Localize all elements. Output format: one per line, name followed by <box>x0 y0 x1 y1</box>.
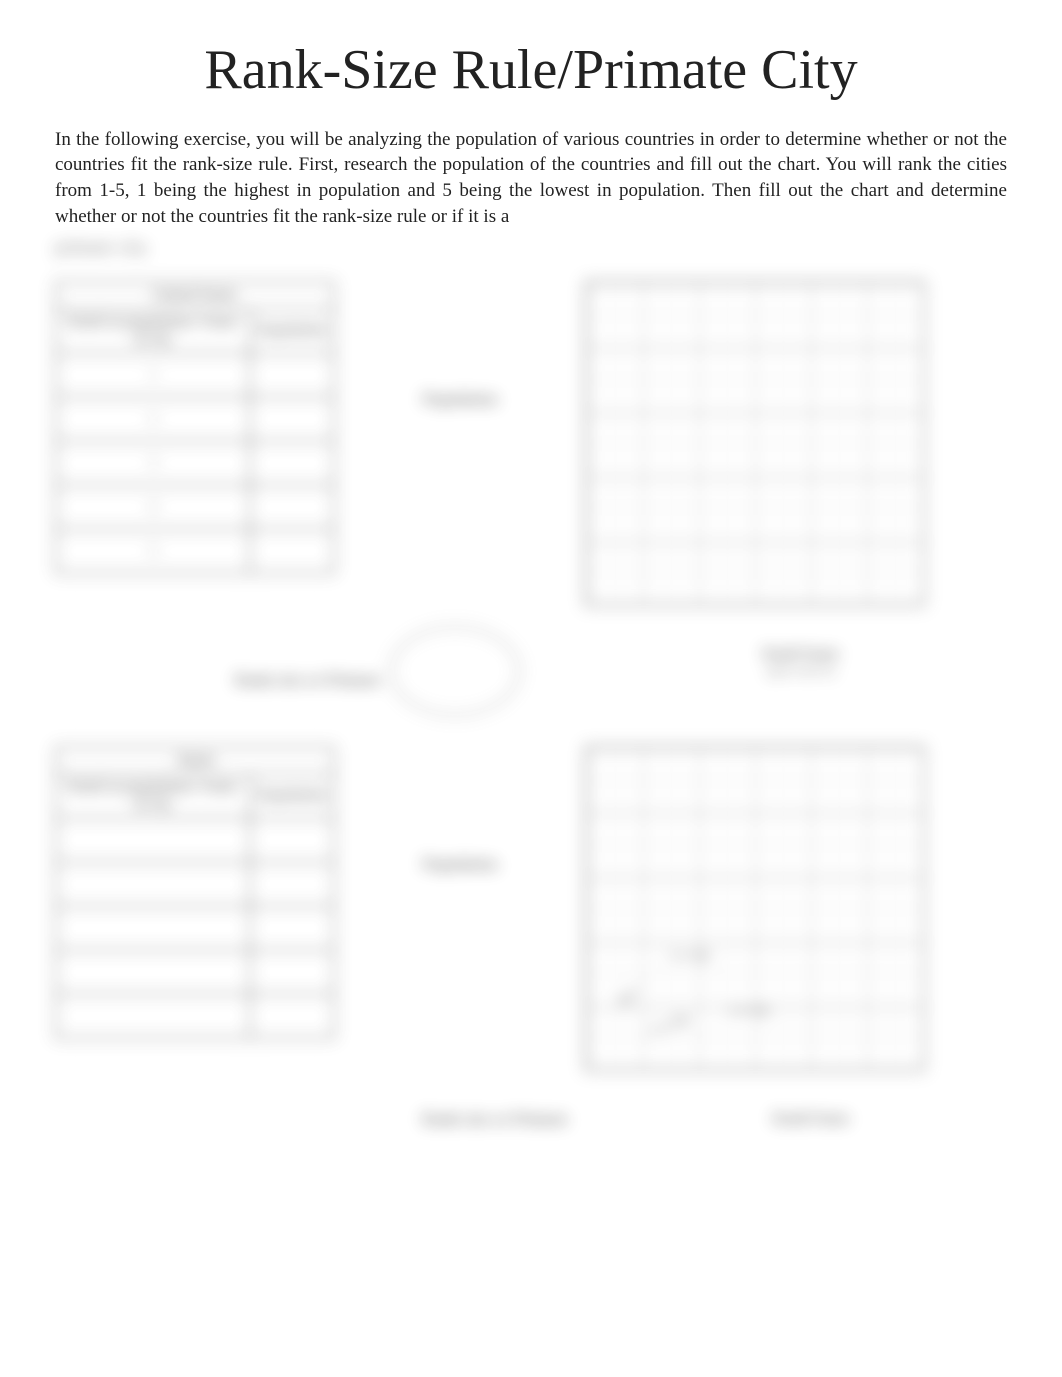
pop-cell[interactable] <box>250 906 334 950</box>
rank-cell[interactable] <box>56 862 250 906</box>
rank-cell[interactable]: 5 <box>56 529 250 573</box>
x-axis-sublabel-1: (plot with X) <box>595 663 1007 679</box>
pop-header-1: Population <box>250 309 334 354</box>
pop-cell[interactable] <box>250 862 334 906</box>
rank-cell[interactable] <box>56 906 250 950</box>
rank-cell[interactable] <box>56 818 250 862</box>
rank-cell[interactable] <box>56 994 250 1038</box>
country-section-2: Japan Rank in population/ Name of city P… <box>55 746 1007 1076</box>
rank-cell[interactable] <box>56 950 250 994</box>
country-header-1: United States <box>56 282 334 309</box>
data-table-1: United States Rank in population/ Name o… <box>55 281 335 575</box>
instructions-tail: primate city. <box>55 235 1007 261</box>
graph-grid-1[interactable] <box>585 281 925 606</box>
pop-cell[interactable] <box>250 818 334 862</box>
country-section-1: United States Rank in population/ Name o… <box>55 281 1007 611</box>
rank-header-2: Rank in population/ Name of city <box>56 774 250 819</box>
pop-cell[interactable] <box>250 353 334 397</box>
instructions-text: In the following exercise, you will be a… <box>55 127 1007 230</box>
rank-size-prompt-1: Rank-size or Primate <box>235 672 380 690</box>
pop-cell[interactable] <box>250 529 334 573</box>
pop-header-2: Population <box>250 774 334 819</box>
pop-cell[interactable] <box>250 950 334 994</box>
country-header-2: Japan <box>56 747 334 774</box>
rank-header-1: Rank in population/ Name of city <box>56 309 250 354</box>
handwritten-scribble: ⟶ ↙ ⟶ ⟶ <box>607 938 907 1048</box>
pop-cell[interactable] <box>250 994 334 1038</box>
pop-cell[interactable] <box>250 397 334 441</box>
x-axis-label-1: Rank/Name <box>595 646 1007 663</box>
circle-answer-area-1[interactable] <box>390 626 520 716</box>
rank-cell[interactable]: 1 <box>56 353 250 397</box>
graph-grid-2[interactable]: ⟶ ↙ ⟶ ⟶ <box>585 746 925 1071</box>
blurred-content: primate city. United States Rank in popu… <box>55 235 1007 1129</box>
rank-cell[interactable]: 4 <box>56 485 250 529</box>
x-axis-label-2: Rank/Name <box>615 1111 1007 1128</box>
rank-cell[interactable]: 3 <box>56 441 250 485</box>
section-1-bottom: Rank-size or Primate Rank/Name (plot wit… <box>55 636 1007 716</box>
page-title: Rank-Size Rule/Primate City <box>55 40 1007 102</box>
section-2-bottom: Rank-size or Primate Rank/Name <box>55 1101 1007 1129</box>
data-table-2: Japan Rank in population/ Name of city P… <box>55 746 335 1040</box>
y-axis-label-1: Population <box>423 391 498 409</box>
rank-size-prompt-2: Rank-size or Primate <box>395 1111 595 1129</box>
pop-cell[interactable] <box>250 485 334 529</box>
pop-cell[interactable] <box>250 441 334 485</box>
y-axis-label-2: Population <box>423 856 498 874</box>
rank-cell[interactable]: 2 <box>56 397 250 441</box>
